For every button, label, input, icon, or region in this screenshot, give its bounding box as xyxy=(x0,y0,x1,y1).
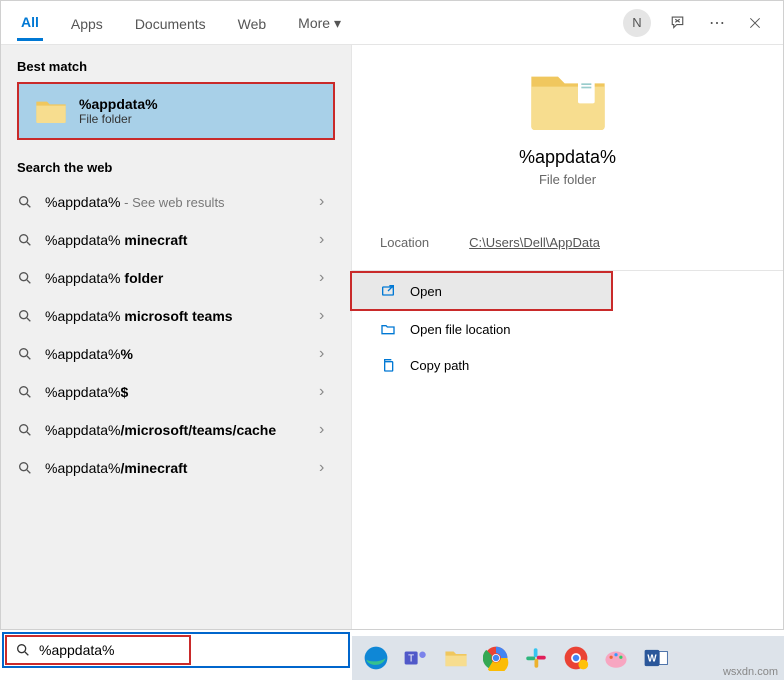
word-icon[interactable]: W xyxy=(640,642,672,674)
web-result-5[interactable]: %appdata%$ › xyxy=(1,373,351,411)
web-result-4[interactable]: %appdata%% › xyxy=(1,335,351,373)
watermark: wsxdn.com xyxy=(723,666,778,678)
paint-icon[interactable] xyxy=(600,642,632,674)
chevron-right-icon: › xyxy=(319,307,335,325)
open-loc-label: Open file location xyxy=(410,322,510,337)
chrome-icon[interactable] xyxy=(480,642,512,674)
chevron-right-icon: › xyxy=(319,269,335,287)
search-icon xyxy=(17,232,33,248)
web-result-2[interactable]: %appdata% folder › xyxy=(1,259,351,297)
open-file-location-action[interactable]: Open file location xyxy=(352,311,783,347)
location-label: Location xyxy=(380,235,429,250)
explorer-icon[interactable] xyxy=(440,642,472,674)
web-result-text: %appdata% folder xyxy=(45,270,307,286)
taskbar: T W xyxy=(352,636,784,680)
search-bar[interactable] xyxy=(2,632,350,668)
results-panel: Best match %appdata% File folder Search … xyxy=(1,45,351,629)
open-label: Open xyxy=(410,284,442,299)
svg-text:W: W xyxy=(647,653,657,664)
search-input[interactable] xyxy=(39,642,159,658)
web-result-text: %appdata%/microsoft/teams/cache xyxy=(45,422,307,438)
folder-icon xyxy=(528,65,608,135)
chevron-right-icon: › xyxy=(319,231,335,249)
search-icon xyxy=(17,270,33,286)
copy-icon xyxy=(380,357,396,373)
web-result-1[interactable]: %appdata% minecraft › xyxy=(1,221,351,259)
tab-apps[interactable]: Apps xyxy=(67,6,107,40)
web-result-3[interactable]: %appdata% microsoft teams › xyxy=(1,297,351,335)
tab-all[interactable]: All xyxy=(17,4,43,41)
tab-documents[interactable]: Documents xyxy=(131,6,210,40)
chevron-right-icon: › xyxy=(319,459,335,477)
location-link[interactable]: C:\Users\Dell\AppData xyxy=(469,235,600,250)
chrome-beta-icon[interactable] xyxy=(560,642,592,674)
open-icon xyxy=(380,283,396,299)
best-match-subtitle: File folder xyxy=(79,112,158,126)
chevron-right-icon: › xyxy=(319,383,335,401)
search-icon xyxy=(17,194,33,210)
web-result-6[interactable]: %appdata%/microsoft/teams/cache › xyxy=(1,411,351,449)
folder-icon xyxy=(35,97,67,125)
teams-icon[interactable]: T xyxy=(400,642,432,674)
web-result-text: %appdata% - See web results xyxy=(45,194,307,210)
preview-title: %appdata% xyxy=(519,147,616,168)
best-match-header: Best match xyxy=(1,45,351,82)
web-result-text: %appdata% microsoft teams xyxy=(45,308,307,324)
best-match-title: %appdata% xyxy=(79,96,158,112)
copy-path-label: Copy path xyxy=(410,358,469,373)
chevron-down-icon: ▾ xyxy=(334,15,341,31)
web-result-text: %appdata%$ xyxy=(45,384,307,400)
web-result-text: %appdata%% xyxy=(45,346,307,362)
search-icon xyxy=(17,460,33,476)
feedback-icon[interactable] xyxy=(669,13,689,33)
search-icon xyxy=(17,308,33,324)
preview-subtitle: File folder xyxy=(539,172,596,187)
open-action[interactable]: Open xyxy=(350,271,613,311)
close-icon[interactable] xyxy=(745,13,765,33)
chevron-right-icon: › xyxy=(319,193,335,211)
web-result-text: %appdata% minecraft xyxy=(45,232,307,248)
filter-tabs: All Apps Documents Web More ▾ N ⋯ xyxy=(1,1,783,45)
edge-icon[interactable] xyxy=(360,642,392,674)
more-icon[interactable]: ⋯ xyxy=(707,13,727,33)
web-result-0[interactable]: %appdata% - See web results › xyxy=(1,183,351,221)
search-icon xyxy=(17,422,33,438)
best-match-result[interactable]: %appdata% File folder xyxy=(17,82,335,140)
svg-text:T: T xyxy=(408,653,414,664)
preview-panel: %appdata% File folder Location C:\Users\… xyxy=(351,45,783,629)
tab-web[interactable]: Web xyxy=(234,6,271,40)
web-result-7[interactable]: %appdata%/minecraft › xyxy=(1,449,351,487)
search-icon xyxy=(17,346,33,362)
user-avatar[interactable]: N xyxy=(623,9,651,37)
web-header: Search the web xyxy=(1,146,351,183)
chevron-right-icon: › xyxy=(319,421,335,439)
folder-open-icon xyxy=(380,321,396,337)
copy-path-action[interactable]: Copy path xyxy=(352,347,783,383)
chevron-right-icon: › xyxy=(319,345,335,363)
search-icon xyxy=(15,642,31,658)
slack-icon[interactable] xyxy=(520,642,552,674)
search-icon xyxy=(17,384,33,400)
tab-more[interactable]: More ▾ xyxy=(294,5,345,40)
web-result-text: %appdata%/minecraft xyxy=(45,460,307,476)
